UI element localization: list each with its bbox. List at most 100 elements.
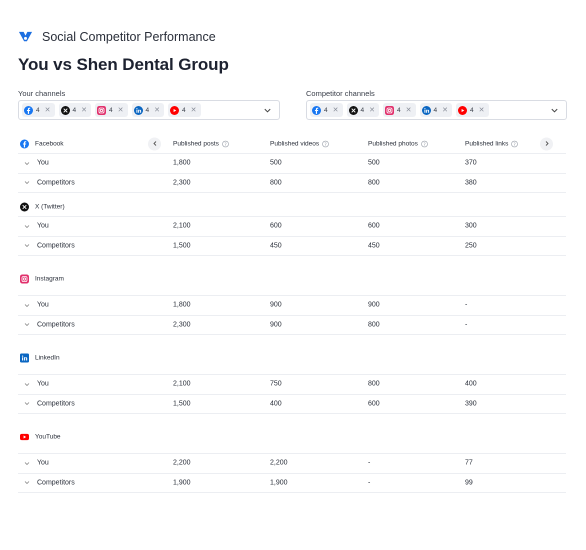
- table-row[interactable]: Competitors 2,300 900 800 -: [18, 316, 566, 335]
- scroll-left-button[interactable]: [148, 137, 161, 150]
- chevron-down-icon[interactable]: [24, 460, 30, 466]
- channel-chip[interactable]: 4 ✕: [346, 103, 379, 117]
- remove-icon[interactable]: ✕: [369, 106, 375, 114]
- chevron-right-icon: [545, 141, 549, 146]
- youtube-icon: [458, 105, 467, 115]
- chip-count: 4: [72, 106, 77, 114]
- cell-value: 900: [368, 301, 380, 309]
- platform-name: X (Twitter): [35, 203, 65, 211]
- scroll-right-button[interactable]: [540, 137, 553, 150]
- x-twitter-icon: [60, 105, 70, 115]
- channel-chip[interactable]: 4 ✕: [383, 103, 416, 117]
- facebook-icon: [312, 105, 321, 115]
- chevron-down-icon[interactable]: [24, 302, 30, 308]
- chevron-down-icon[interactable]: [24, 180, 30, 186]
- cell-value: 800: [368, 321, 380, 329]
- platform-name: Instagram: [35, 275, 64, 283]
- remove-icon[interactable]: ✕: [191, 106, 197, 114]
- remove-icon[interactable]: ✕: [333, 106, 339, 114]
- table-row[interactable]: You 1,800 500 500 370: [18, 154, 566, 174]
- cell-value: 800: [368, 179, 380, 187]
- channel-chip[interactable]: 4 ✕: [58, 103, 91, 117]
- table-row[interactable]: Competitors 1,900 1,900 - 99: [18, 474, 566, 493]
- cell-value: 77: [465, 459, 473, 467]
- channel-chip[interactable]: 4 ✕: [131, 103, 164, 117]
- chip-count: 4: [145, 106, 150, 114]
- channel-chip[interactable]: 4 ✕: [22, 103, 55, 117]
- competitor-channels-select[interactable]: 4 ✕ 4 ✕ 4 ✕ 4 ✕ 4 ✕: [306, 100, 567, 120]
- chevron-down-icon[interactable]: [24, 223, 30, 229]
- cell-value: 1,900: [173, 479, 191, 487]
- table-row[interactable]: You 2,100 750 800 400: [18, 375, 566, 395]
- remove-icon[interactable]: ✕: [118, 106, 124, 114]
- remove-icon[interactable]: ✕: [406, 106, 412, 114]
- cell-value: 750: [270, 380, 282, 388]
- platform-header: Facebook: [20, 139, 64, 148]
- remove-icon[interactable]: ✕: [81, 106, 87, 114]
- platform-name: LinkedIn: [35, 354, 60, 362]
- table-row[interactable]: You 2,200 2,200 - 77: [18, 454, 566, 474]
- chip-count: 4: [433, 106, 438, 114]
- chevron-down-icon[interactable]: [24, 322, 30, 328]
- channel-chip[interactable]: 4 ✕: [95, 103, 128, 117]
- row-label: Competitors: [37, 242, 75, 250]
- table-row[interactable]: You 2,100 600 600 300: [18, 217, 566, 237]
- chevron-down-icon[interactable]: [24, 160, 30, 166]
- chip-count: 4: [397, 106, 401, 114]
- chip-count: 4: [324, 106, 328, 114]
- info-icon[interactable]: ?: [421, 140, 428, 147]
- facebook-icon: [20, 139, 29, 148]
- chip-count: 4: [36, 106, 40, 114]
- brand-logo-icon: [18, 31, 33, 42]
- section-header: X (Twitter): [18, 193, 566, 217]
- cell-value: 2,200: [173, 459, 191, 467]
- cell-value: 2,200: [270, 459, 288, 467]
- cell-value: 2,300: [173, 321, 191, 329]
- table-row[interactable]: Competitors 2,300 800 800 380: [18, 174, 566, 193]
- table-row[interactable]: You 1,800 900 900 -: [18, 296, 566, 316]
- row-label: You: [37, 159, 49, 167]
- instagram-icon: [20, 274, 29, 284]
- brand: Social Competitor Performance: [18, 29, 216, 44]
- chevron-down-icon[interactable]: [24, 243, 30, 249]
- chevron-down-icon[interactable]: [24, 381, 30, 387]
- facebook-icon: [24, 105, 33, 115]
- remove-icon[interactable]: ✕: [479, 106, 485, 114]
- cell-value: 370: [465, 159, 477, 167]
- chip-count: 4: [470, 106, 474, 114]
- chip-count: 4: [182, 106, 186, 114]
- channel-chip[interactable]: 4 ✕: [310, 103, 343, 117]
- chevron-down-icon[interactable]: [550, 106, 559, 115]
- remove-icon[interactable]: ✕: [442, 106, 448, 114]
- chevron-down-icon[interactable]: [263, 106, 272, 115]
- cell-value: 900: [270, 301, 282, 309]
- your-channels-select[interactable]: 4 ✕ 4 ✕ 4 ✕ 4 ✕ 4 ✕: [18, 100, 280, 120]
- remove-icon[interactable]: ✕: [45, 106, 51, 114]
- table-row[interactable]: Competitors 1,500 400 600 390: [18, 395, 566, 414]
- performance-table: Facebook Published posts? Published vide…: [18, 134, 566, 493]
- table-row[interactable]: Competitors 1,500 450 450 250: [18, 237, 566, 256]
- linkedin-icon: [421, 105, 431, 115]
- cell-value: 900: [270, 321, 282, 329]
- row-label: You: [37, 301, 49, 309]
- section-header: LinkedIn: [18, 335, 566, 375]
- cell-value: 600: [368, 400, 380, 408]
- cell-value: 600: [368, 222, 380, 230]
- channel-chip[interactable]: 4 ✕: [419, 103, 452, 117]
- channel-chip[interactable]: 4 ✕: [168, 103, 201, 117]
- channel-chip[interactable]: 4 ✕: [456, 103, 489, 117]
- chip-count: 4: [360, 106, 365, 114]
- cell-value: 1,900: [270, 479, 288, 487]
- info-icon[interactable]: ?: [511, 140, 519, 147]
- cell-value: -: [465, 301, 468, 309]
- remove-icon[interactable]: ✕: [154, 106, 160, 114]
- row-label: You: [37, 380, 49, 388]
- chevron-down-icon[interactable]: [24, 401, 30, 407]
- info-icon[interactable]: ?: [322, 140, 329, 147]
- platform-name: Facebook: [35, 140, 64, 147]
- column-header: Published videos?: [270, 140, 329, 147]
- info-icon[interactable]: ?: [222, 140, 229, 147]
- cell-value: 2,300: [173, 179, 191, 187]
- cell-value: 600: [270, 222, 282, 230]
- chevron-down-icon[interactable]: [24, 480, 30, 486]
